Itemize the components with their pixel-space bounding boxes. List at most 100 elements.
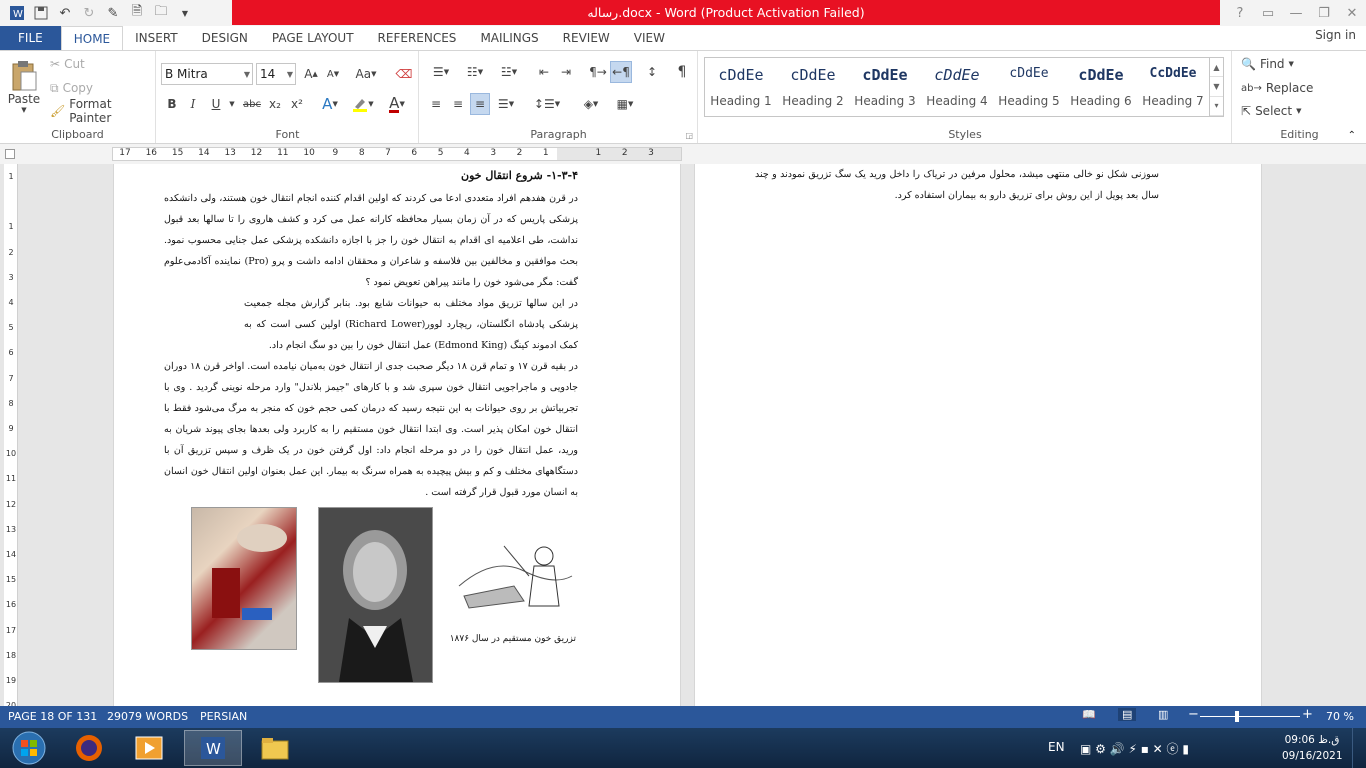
tab-design[interactable]: DESIGN bbox=[190, 26, 260, 50]
horizontal-ruler[interactable]: 17 16 15 14 13 12 11 10 9 8 7 6 5 4 3 2 1 1 2 3 bbox=[112, 147, 682, 161]
web-layout-icon[interactable]: ▥ bbox=[1158, 708, 1168, 721]
bullets-icon[interactable]: ☰ ▼ bbox=[426, 61, 456, 83]
font-color-icon[interactable]: A ▼ bbox=[383, 93, 411, 115]
numbering-icon[interactable]: ☷ ▼ bbox=[460, 61, 490, 83]
zoom-level[interactable]: 70 % bbox=[1326, 710, 1354, 723]
redo-icon[interactable]: ↻ bbox=[78, 3, 100, 23]
page-right[interactable]: سوزنی شکل نو خالی منتهی میشد، محلول مرفی… bbox=[694, 164, 1262, 706]
help-button[interactable]: ? bbox=[1226, 0, 1254, 26]
tab-mailings[interactable]: MAILINGS bbox=[468, 26, 550, 50]
clock[interactable]: 09:06 ق.ظ 09/16/2021 bbox=[1282, 732, 1343, 764]
strikethrough-button[interactable]: abc bbox=[241, 93, 263, 115]
font-size-box[interactable]: 14 ▼ bbox=[256, 63, 296, 85]
align-left-icon[interactable]: ≡ bbox=[426, 93, 446, 115]
select-button[interactable]: ⇱ Select ▼ bbox=[1241, 100, 1301, 122]
style-heading-7[interactable]: CcDdEe Heading 7 bbox=[1137, 58, 1209, 116]
minimize-button[interactable]: — bbox=[1282, 0, 1310, 26]
zoom-out-button[interactable]: − bbox=[1188, 707, 1199, 722]
multilevel-list-icon[interactable]: ☳ ▼ bbox=[494, 61, 524, 83]
firefox-icon[interactable] bbox=[60, 730, 118, 766]
line-spacing-icon[interactable]: ↕☰ ▼ bbox=[532, 93, 562, 115]
change-case-button[interactable]: Aa ▼ bbox=[351, 63, 381, 85]
italic-button[interactable]: I bbox=[184, 93, 202, 115]
format-painter-button[interactable]: 🖌 Format Painter bbox=[50, 97, 155, 125]
justify-icon[interactable]: ☰ ▼ bbox=[492, 93, 520, 115]
increase-indent-icon[interactable]: ⇥ bbox=[556, 61, 576, 83]
word-count[interactable]: 29079 WORDS bbox=[107, 710, 188, 723]
new-doc-icon[interactable]: 🗎 bbox=[126, 3, 148, 23]
ruler-tick: 7 bbox=[8, 373, 14, 383]
shrink-font-button[interactable]: A ▼ bbox=[323, 63, 343, 85]
align-right-icon[interactable]: ≡ bbox=[470, 93, 490, 115]
shading-icon[interactable]: ◈ ▼ bbox=[576, 93, 606, 115]
vertical-ruler[interactable]: 11234567891011121314151617181920 bbox=[4, 164, 18, 710]
tab-references[interactable]: REFERENCES bbox=[366, 26, 469, 50]
show-desktop-button[interactable] bbox=[1352, 728, 1366, 768]
more-styles-icon[interactable]: ▾ bbox=[1210, 97, 1223, 116]
open-folder-icon[interactable]: 🗀 bbox=[150, 3, 172, 23]
zoom-slider-thumb[interactable] bbox=[1235, 711, 1239, 722]
paste-button[interactable]: Paste ▼ bbox=[6, 55, 42, 119]
undo-icon[interactable]: ↶ bbox=[54, 3, 76, 23]
close-button[interactable]: ✕ bbox=[1338, 0, 1366, 26]
tab-selector-icon[interactable] bbox=[5, 149, 15, 159]
restore-button[interactable]: ❐ bbox=[1310, 0, 1338, 26]
borders-icon[interactable]: ▦ ▼ bbox=[610, 93, 640, 115]
language-indicator[interactable]: PERSIAN bbox=[200, 710, 247, 723]
page-count[interactable]: PAGE 18 OF 131 bbox=[8, 710, 97, 723]
word-logo-icon[interactable]: W bbox=[6, 3, 28, 23]
zoom-in-button[interactable]: + bbox=[1302, 707, 1313, 722]
text-effects-icon[interactable]: A ▼ bbox=[317, 93, 343, 115]
input-language[interactable]: EN bbox=[1048, 740, 1065, 754]
decrease-indent-icon[interactable]: ⇤ bbox=[534, 61, 554, 83]
highlight-icon[interactable]: ▼ bbox=[349, 93, 377, 115]
zoom-slider-track[interactable] bbox=[1200, 716, 1300, 717]
sort-icon[interactable]: ↕ bbox=[642, 61, 662, 83]
tab-file[interactable]: FILE bbox=[0, 26, 61, 50]
clear-formatting-icon[interactable]: ⌫ bbox=[393, 63, 415, 85]
style-heading-6[interactable]: cDdEe Heading 6 bbox=[1065, 58, 1137, 116]
read-mode-icon[interactable]: 📖 bbox=[1082, 708, 1096, 721]
scroll-down-icon[interactable]: ▼ bbox=[1210, 77, 1223, 97]
save-icon[interactable] bbox=[30, 3, 52, 23]
edit-icon[interactable]: ✎ bbox=[102, 3, 124, 23]
dialog-launcher-icon[interactable]: ◲ bbox=[685, 131, 693, 140]
start-button[interactable] bbox=[0, 730, 58, 766]
style-heading-2[interactable]: cDdEe Heading 2 bbox=[777, 58, 849, 116]
collapse-ribbon-icon[interactable]: ⌃ bbox=[1348, 130, 1356, 141]
show-hide-marks-icon[interactable]: ¶ bbox=[672, 61, 692, 83]
bold-button[interactable]: B bbox=[163, 93, 181, 115]
tab-page-layout[interactable]: PAGE LAYOUT bbox=[260, 26, 366, 50]
rtl-direction-icon[interactable]: ←¶ bbox=[610, 61, 632, 83]
font-name-box[interactable]: B Mitra ▼ bbox=[161, 63, 253, 85]
style-heading-5[interactable]: cDdEe Heading 5 bbox=[993, 58, 1065, 116]
tab-view[interactable]: VIEW bbox=[622, 26, 677, 50]
page-left[interactable]: ۱-۳-۴- شروع انتقال خون در قرن هفدهم افرا… bbox=[113, 164, 681, 706]
ribbon-display-icon[interactable]: ▭ bbox=[1254, 0, 1282, 26]
word-taskbar-icon[interactable]: W bbox=[184, 730, 242, 766]
tray-icons[interactable]: ▣ ⚙ 🔊 ⚡ ▪ ✕ ⓔ ▮ bbox=[1080, 740, 1189, 757]
find-button[interactable]: 🔍 Find ▼ bbox=[1241, 53, 1294, 75]
tab-insert[interactable]: INSERT bbox=[123, 26, 190, 50]
media-player-icon[interactable] bbox=[120, 730, 178, 766]
replace-button[interactable]: ab→ Replace bbox=[1241, 77, 1313, 99]
sign-in-link[interactable]: Sign in bbox=[1315, 28, 1356, 42]
underline-dropdown-icon[interactable]: ▼ bbox=[227, 93, 237, 115]
style-heading-3[interactable]: cDdEe Heading 3 bbox=[849, 58, 921, 116]
customize-qat-icon[interactable]: ▼ bbox=[174, 3, 196, 23]
style-heading-4[interactable]: cDdEe Heading 4 bbox=[921, 58, 993, 116]
superscript-button[interactable]: x² bbox=[287, 93, 307, 115]
scroll-up-icon[interactable]: ▲ bbox=[1210, 58, 1223, 78]
cut-button[interactable]: ✂ Cut bbox=[50, 53, 85, 75]
copy-button[interactable]: ⧉ Copy bbox=[50, 77, 93, 99]
print-layout-icon[interactable]: ▤ bbox=[1118, 708, 1137, 721]
grow-font-button[interactable]: A ▲ bbox=[301, 63, 321, 85]
ltr-direction-icon[interactable]: ¶→ bbox=[588, 61, 608, 83]
style-heading-1[interactable]: cDdEe Heading 1 bbox=[705, 58, 777, 116]
subscript-button[interactable]: x₂ bbox=[265, 93, 285, 115]
align-center-icon[interactable]: ≡ bbox=[448, 93, 468, 115]
explorer-icon[interactable] bbox=[246, 730, 304, 766]
underline-button[interactable]: U bbox=[207, 93, 225, 115]
tab-review[interactable]: REVIEW bbox=[551, 26, 622, 50]
tab-home[interactable]: HOME bbox=[60, 26, 124, 50]
